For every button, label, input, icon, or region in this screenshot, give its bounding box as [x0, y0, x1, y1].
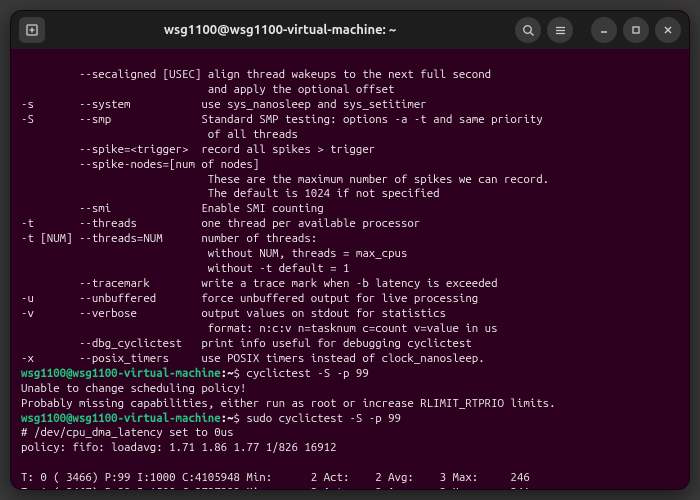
search-button[interactable] [515, 17, 541, 43]
terminal-window: wsg1100@wsg1100-virtual-machine: ~ --sec… [10, 10, 690, 490]
new-tab-button[interactable] [19, 17, 45, 43]
maximize-icon [630, 24, 642, 36]
command-1: cyclictest -S -p 99 [246, 367, 368, 380]
help-output: --secaligned [USEC] align thread wakeups… [21, 68, 549, 365]
prompt: wsg1100@wsg1100-virtual-machine:~ [21, 367, 234, 380]
close-icon [662, 24, 674, 36]
maximize-button[interactable] [623, 17, 649, 43]
hamburger-icon [554, 24, 567, 37]
output-2: # /dev/cpu_dma_latency set to 0us policy… [21, 426, 530, 489]
close-button[interactable] [655, 17, 681, 43]
menu-button[interactable] [547, 17, 573, 43]
minimize-icon [598, 24, 610, 36]
search-icon [522, 24, 535, 37]
window-title: wsg1100@wsg1100-virtual-machine: ~ [53, 23, 507, 37]
titlebar: wsg1100@wsg1100-virtual-machine: ~ [11, 11, 689, 49]
minimize-button[interactable] [591, 17, 617, 43]
output-1: Unable to change scheduling policy! Prob… [21, 382, 556, 410]
terminal-body[interactable]: --secaligned [USEC] align thread wakeups… [11, 49, 689, 489]
plus-icon [25, 23, 39, 37]
command-2: sudo cyclictest -S -p 99 [246, 412, 401, 425]
prompt: wsg1100@wsg1100-virtual-machine:~ [21, 412, 234, 425]
